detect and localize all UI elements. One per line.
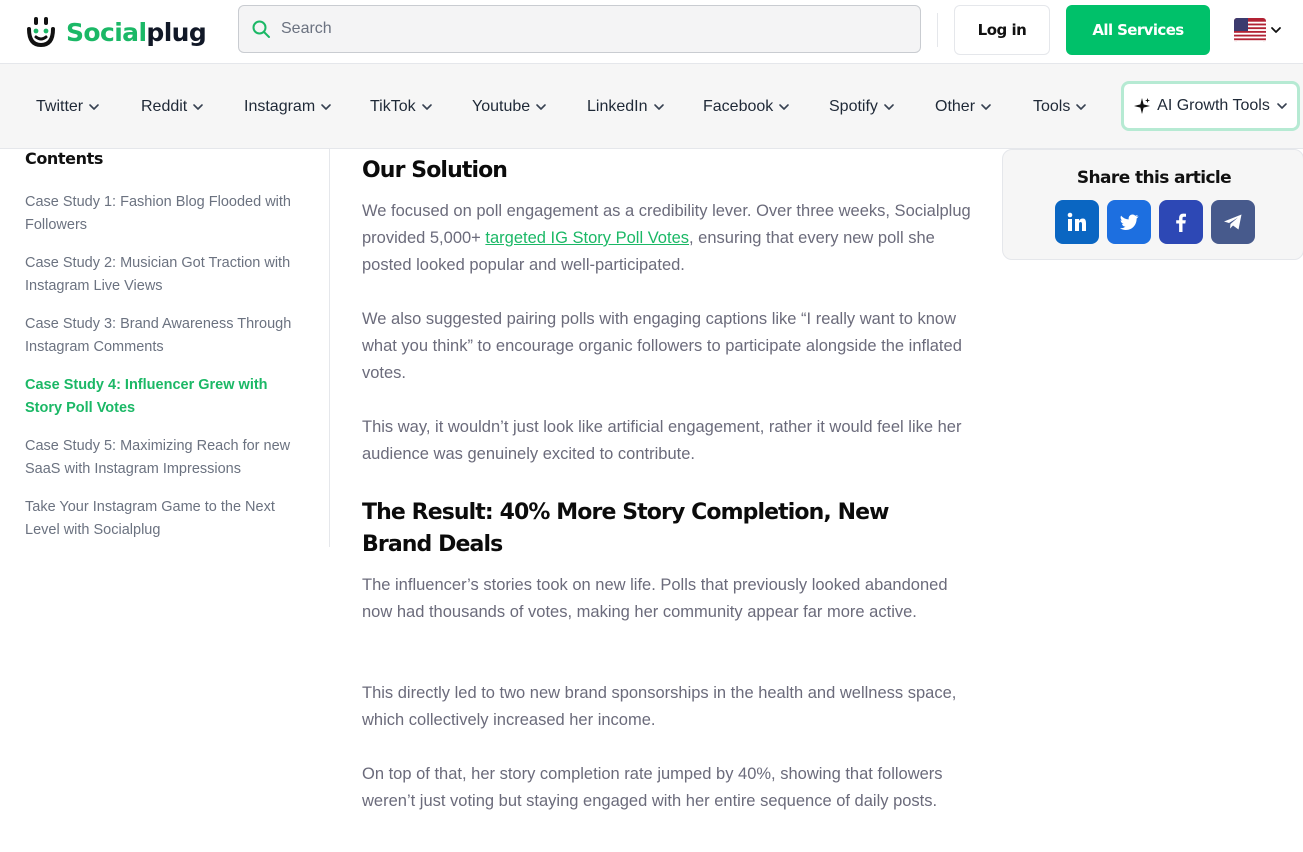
nav-item-instagram[interactable]: Instagram [244,96,332,118]
toc-link-case-study-2[interactable]: Case Study 2: Musician Got Traction with… [25,252,305,298]
ai-growth-tools-button[interactable]: AI Growth Tools [1121,81,1300,131]
facebook-icon [1176,213,1186,232]
chevron-down-icon [193,104,204,110]
nav-item-spotify[interactable]: Spotify [829,96,895,118]
brand-name: Socialplug [66,17,207,47]
chevron-down-icon [884,104,894,110]
table-of-contents: Contents Case Study 1: Fashion Blog Floo… [25,149,330,547]
paragraph: This directly led to two new brand spons… [362,684,957,729]
share-card: Share this article [1002,149,1303,260]
search-icon [252,20,270,38]
twitter-icon [1119,214,1139,230]
search-input[interactable] [281,20,881,38]
language-selector[interactable] [1234,18,1282,42]
smiley-plug-icon [27,17,55,48]
telegram-icon [1224,214,1242,230]
us-flag-icon [1234,18,1266,42]
chevron-down-icon [981,104,991,110]
share-linkedin-button[interactable] [1055,200,1099,244]
chevron-down-icon [1277,103,1287,109]
chevron-down-icon [653,104,664,110]
toc-link-case-study-3[interactable]: Case Study 3: Brand Awareness Through In… [25,313,305,359]
paragraph: The influencer’s stories took on new lif… [362,576,948,621]
linkedin-icon [1067,212,1086,231]
share-twitter-button[interactable] [1107,200,1151,244]
nav-item-twitter[interactable]: Twitter [36,96,100,118]
share-telegram-button[interactable] [1211,200,1255,244]
share-title: Share this article [1076,168,1232,188]
share-facebook-button[interactable] [1159,200,1203,244]
chevron-down-icon [779,104,790,110]
chevron-down-icon [89,104,99,110]
chevron-down-icon [1271,27,1281,33]
header-divider [937,13,938,47]
sparkle-icon [1134,98,1151,114]
paragraph: We focused on poll engagement as a credi… [362,202,971,274]
chevron-down-icon [536,104,546,110]
toc-link-case-study-4[interactable]: Case Study 4: Influencer Grew with Story… [25,374,305,420]
section-heading-result: The Result: 40% More Story Completion, N… [362,500,889,557]
toc-title: Contents [25,149,103,168]
all-services-button[interactable]: All Services [1066,5,1210,55]
nav-item-tools[interactable]: Tools [1033,96,1087,118]
chevron-down-icon [421,104,432,110]
nav-item-youtube[interactable]: Youtube [472,96,547,118]
chevron-down-icon [321,104,331,110]
login-button[interactable]: Log in [954,5,1050,55]
toc-link-next-level[interactable]: Take Your Instagram Game to the Next Lev… [25,496,305,542]
paragraph: We also suggested pairing polls with eng… [362,310,962,382]
nav-item-facebook[interactable]: Facebook [703,96,790,118]
paragraph: This way, it wouldn’t just look like art… [362,418,962,463]
nav-item-tiktok[interactable]: TikTok [370,96,433,118]
nav-item-reddit[interactable]: Reddit [141,96,204,118]
logo[interactable]: Socialplug [24,12,207,52]
paragraph: On top of that, her story completion rat… [362,765,943,810]
toc-link-case-study-1[interactable]: Case Study 1: Fashion Blog Flooded with … [25,191,305,237]
search-box[interactable] [238,5,921,53]
category-nav: Twitter Reddit Instagram TikTok Youtube … [0,64,1303,149]
nav-item-other[interactable]: Other [935,96,992,118]
site-header: Socialplug Log in All Services [0,0,1303,64]
story-poll-votes-link[interactable]: targeted IG Story Poll Votes [485,229,689,247]
toc-link-case-study-5[interactable]: Case Study 5: Maximizing Reach for new S… [25,435,305,481]
chevron-down-icon [1076,104,1087,110]
nav-item-linkedin[interactable]: LinkedIn [587,96,665,118]
section-heading-solution: Our Solution [362,158,508,183]
